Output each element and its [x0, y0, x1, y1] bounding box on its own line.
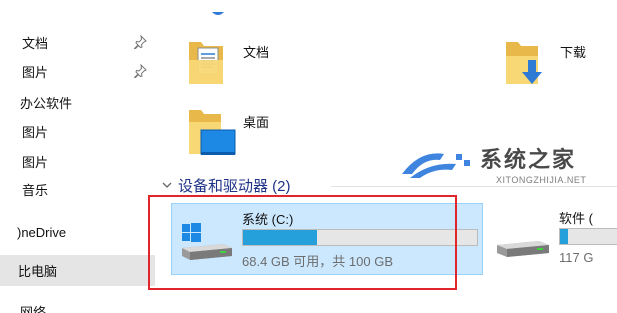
- folder-documents[interactable]: 文档: [183, 32, 363, 92]
- downloads-folder-icon: [506, 42, 542, 84]
- drive-usage-bar: [559, 228, 617, 245]
- devices-and-drives-header[interactable]: 设备和驱动器 (2): [160, 174, 291, 196]
- drive-name: 软件 (: [559, 211, 593, 226]
- sidebar-item-onedrive[interactable]: )neDrive: [0, 219, 155, 245]
- folder-desktop[interactable]: 桌面: [183, 102, 363, 164]
- annotation-highlight-box: [148, 195, 457, 290]
- sidebar-item-office-software[interactable]: 办公软件: [0, 89, 155, 115]
- sidebar-item-this-pc[interactable]: 比电脑: [0, 255, 155, 286]
- section-title: 设备和驱动器 (2): [178, 177, 291, 195]
- sidebar-item-label: )neDrive: [17, 224, 67, 240]
- sidebar-item-label: 办公软件: [20, 95, 73, 111]
- drive-software-tile[interactable]: 软件 ( 117 G: [489, 203, 617, 275]
- desktop-folder-icon: [189, 110, 236, 155]
- sidebar-item-label: 音乐: [22, 182, 49, 198]
- folder-label: 下载: [560, 45, 587, 60]
- sidebar-item-label: 文档: [22, 35, 49, 51]
- sidebar-item-label: 图片: [22, 154, 49, 170]
- folder-label: 桌面: [243, 115, 270, 130]
- folder-label: 文档: [243, 45, 270, 60]
- drive-usage-fill: [560, 229, 568, 244]
- folder-edge-icon: [212, 12, 224, 15]
- drive-free-space: 117 G: [559, 250, 594, 265]
- sidebar-item-pictures-2[interactable]: 图片: [0, 118, 155, 144]
- chevron-down-icon[interactable]: [160, 178, 174, 192]
- section-divider: [331, 186, 617, 187]
- hard-drive-icon: [497, 241, 549, 257]
- navigation-pane: 文档 图片 办公软件 图片 图片 音乐 )neDrive 比电脑 网络: [0, 0, 155, 313]
- pin-icon[interactable]: [133, 35, 147, 49]
- sidebar-item-label: 比电脑: [18, 264, 58, 279]
- sidebar-item-network[interactable]: 网络: [0, 298, 155, 313]
- sidebar-item-label: 图片: [22, 124, 49, 140]
- sidebar-item-music[interactable]: 音乐: [0, 176, 155, 202]
- documents-folder-icon: [189, 42, 223, 84]
- pin-icon[interactable]: [133, 64, 147, 78]
- sidebar-item-label: 图片: [22, 64, 49, 80]
- sidebar-item-label: 网络: [20, 304, 47, 313]
- folder-downloads[interactable]: 下载: [500, 32, 610, 92]
- sidebar-item-documents[interactable]: 文档: [0, 29, 155, 55]
- sidebar-item-pictures-3[interactable]: 图片: [0, 148, 155, 174]
- sidebar-item-pictures[interactable]: 图片: [0, 58, 155, 84]
